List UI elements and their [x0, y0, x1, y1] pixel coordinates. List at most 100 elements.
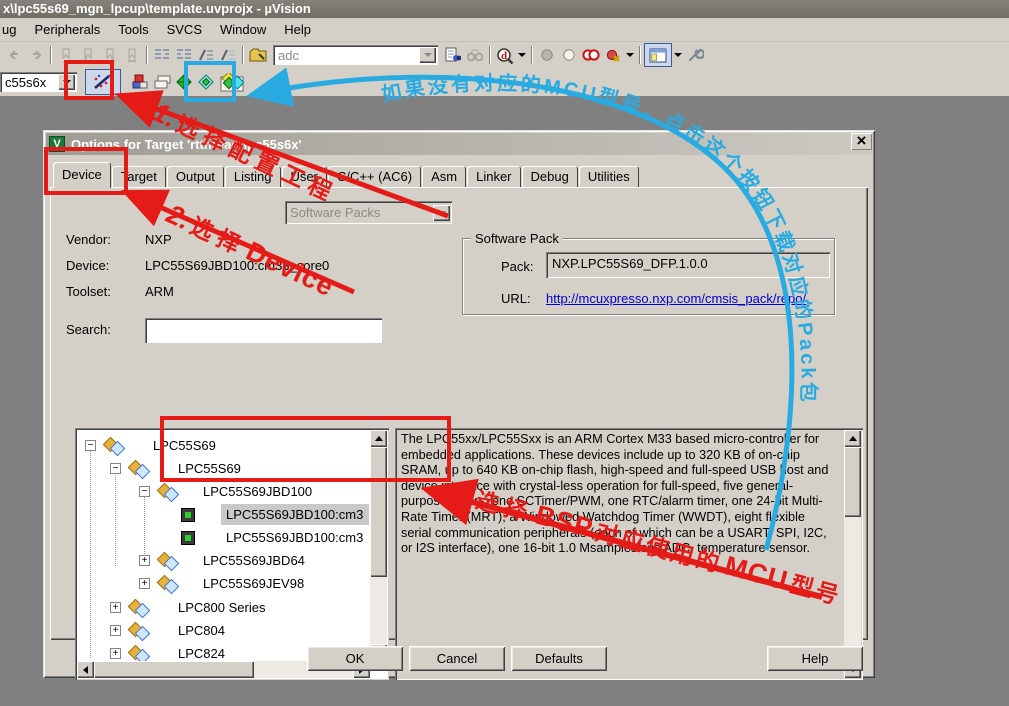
dialog-close-button[interactable] [851, 133, 872, 150]
software-packs-combo[interactable]: Software Packs [285, 201, 452, 224]
find-text-dropdown-button[interactable] [419, 47, 436, 63]
toolset-value: ARM [145, 284, 174, 299]
binoculars-icon[interactable] [464, 45, 486, 65]
quick-search-dropdown-icon[interactable] [516, 45, 528, 65]
pack-url-link[interactable]: http://mcuxpresso.nxp.com/cmsis_pack/rep… [546, 291, 806, 306]
batch-build-icon[interactable] [195, 72, 217, 92]
configuration-wrench-icon[interactable] [684, 45, 706, 65]
expander-minus-icon[interactable] [85, 440, 96, 451]
tree-row[interactable]: LPC55S69 [77, 434, 370, 457]
ok-button[interactable]: OK [307, 646, 403, 671]
tree-row[interactable]: LPC800 Series [77, 596, 370, 619]
outdent-icon[interactable] [173, 45, 195, 65]
comment-icon[interactable] [195, 45, 217, 65]
breakpoint-toggle-icon[interactable] [536, 45, 558, 65]
tab-debug[interactable]: Debug [522, 166, 578, 188]
menu-item-window[interactable]: Window [211, 19, 275, 40]
options-for-target-icon[interactable] [85, 69, 121, 95]
help-button[interactable]: Help [767, 646, 863, 671]
tree-row[interactable]: LPC55S69JBD64 [77, 549, 370, 572]
menu-item-help[interactable]: Help [275, 19, 320, 40]
tab-user[interactable]: User [282, 166, 327, 188]
target-select-value[interactable]: c55s6x [0, 75, 58, 90]
cancel-button[interactable]: Cancel [409, 646, 505, 671]
description-vscrollbar[interactable] [844, 430, 861, 678]
tree-row[interactable]: LPC55S69JBD100 [77, 480, 370, 503]
tree-label[interactable]: LPC55S69 [178, 461, 241, 476]
expander-plus-icon[interactable] [110, 602, 121, 613]
tree-label[interactable]: LPC804 [178, 623, 225, 638]
find-text-value[interactable]: adc [273, 48, 419, 63]
find-in-files-icon[interactable] [247, 45, 269, 65]
bookmark-toggle-icon[interactable] [55, 45, 77, 65]
expander-plus-icon[interactable] [139, 555, 150, 566]
breakpoint-kill-icon[interactable] [602, 45, 624, 65]
windows-layout-dropdown-icon[interactable] [672, 45, 684, 65]
tab-utilities[interactable]: Utilities [579, 166, 639, 188]
expander-plus-icon[interactable] [110, 625, 121, 636]
tree-row-selected[interactable]: LPC55S69JBD100:cm3 [77, 503, 370, 526]
tab-asm[interactable]: Asm [422, 166, 466, 188]
software-pack-groupbox: Software Pack Pack: NXP.LPC55S69_DFP.1.0… [462, 238, 835, 315]
tab-target[interactable]: Target [112, 166, 166, 188]
select-software-packs-icon[interactable] [173, 72, 195, 92]
search-input[interactable] [145, 318, 382, 343]
tree-vscrollbar[interactable] [370, 430, 387, 661]
breakpoint-disable-icon[interactable] [580, 45, 602, 65]
expander-minus-icon[interactable] [139, 486, 150, 497]
tree-label[interactable]: LPC55S69JBD64 [203, 553, 305, 568]
menu-item-svcs[interactable]: SVCS [158, 19, 211, 40]
windows-layout-icon[interactable] [644, 43, 672, 67]
bookmark-clear-icon[interactable] [121, 45, 143, 65]
tree-row[interactable]: LPC55S69JBD100:cm3 [77, 526, 370, 549]
indent-icon[interactable] [151, 45, 173, 65]
tree-label[interactable]: LPC55S69JBD100:cm3 [226, 530, 370, 545]
expander-minus-icon[interactable] [110, 463, 121, 474]
uncomment-icon[interactable] [217, 45, 239, 65]
tree-label[interactable]: LPC55S69JBD100 [203, 484, 312, 499]
tab-listing[interactable]: Listing [225, 166, 281, 188]
software-packs-dropdown-button[interactable] [433, 205, 450, 221]
tree-vscroll-thumb[interactable] [370, 447, 387, 577]
breakpoint-enable-icon[interactable] [558, 45, 580, 65]
tree-label[interactable]: LPC800 Series [178, 600, 265, 615]
tree-label[interactable]: LPC55S69JEV98 [203, 576, 304, 591]
scroll-up-icon[interactable] [844, 430, 861, 447]
tree-hscroll-thumb[interactable] [94, 661, 254, 678]
tab-device[interactable]: Device [53, 162, 111, 188]
menu-item-tools[interactable]: Tools [109, 19, 157, 40]
description-vscroll-thumb[interactable] [844, 447, 861, 517]
toolbar-separator [639, 46, 641, 64]
dialog-title: Options for Target 'rtthread-lpc55s6x' [71, 137, 302, 152]
nav-back-icon[interactable] [3, 45, 25, 65]
menu-item-peripherals[interactable]: Peripherals [25, 19, 109, 40]
device-value: LPC55S69JBD100:cm33_core0 [145, 258, 329, 273]
scroll-left-icon[interactable] [77, 661, 94, 678]
nav-forward-icon[interactable] [25, 45, 47, 65]
tab-linker[interactable]: Linker [467, 166, 520, 188]
scroll-up-icon[interactable] [370, 430, 387, 447]
tree-row[interactable]: LPC804 [77, 619, 370, 642]
defaults-button[interactable]: Defaults [511, 646, 607, 671]
tree-label[interactable]: LPC824 [178, 646, 225, 661]
tab-output[interactable]: Output [167, 166, 224, 188]
breakpoint-kill-dropdown-icon[interactable] [624, 45, 636, 65]
manage-rte-icon[interactable] [129, 72, 151, 92]
find-next-icon[interactable] [442, 45, 464, 65]
bookmark-next-icon[interactable] [99, 45, 121, 65]
expander-plus-icon[interactable] [110, 648, 121, 659]
target-select-dropdown-button[interactable] [58, 74, 75, 90]
tree-row[interactable]: LPC55S69JEV98 [77, 572, 370, 595]
pack-installer-icon[interactable] [217, 70, 247, 94]
quick-search-icon[interactable]: d [494, 45, 516, 65]
tab-cc-ac6[interactable]: C/C++ (AC6) [328, 166, 421, 188]
target-select-combo[interactable]: c55s6x [0, 72, 77, 92]
menu-item-debug-truncated[interactable]: ug [0, 19, 25, 40]
manage-project-items-icon[interactable] [151, 72, 173, 92]
bookmark-prev-icon[interactable] [77, 45, 99, 65]
find-text-combo[interactable]: adc [273, 45, 438, 65]
tree-label[interactable]: LPC55S69JBD100:cm3 [221, 504, 369, 525]
expander-plus-icon[interactable] [139, 578, 150, 589]
tree-row[interactable]: LPC55S69 [77, 457, 370, 480]
tree-label[interactable]: LPC55S69 [153, 438, 216, 453]
